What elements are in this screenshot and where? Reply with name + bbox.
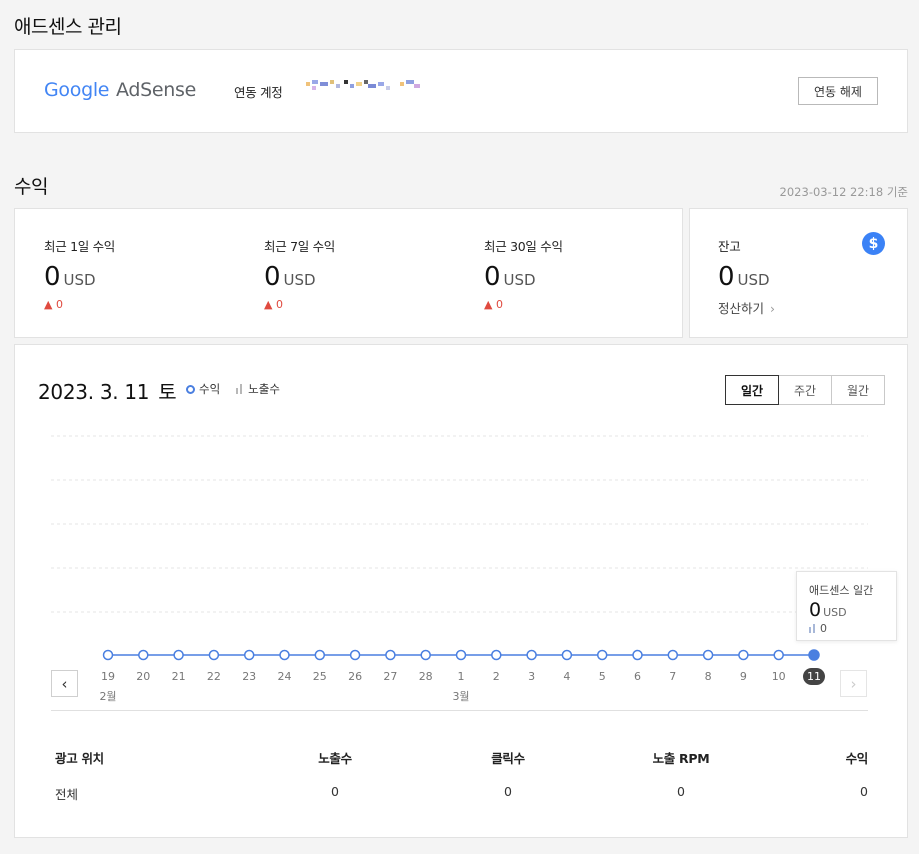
x-tick-label: 19 bbox=[101, 670, 115, 683]
x-tick-label: 21 bbox=[171, 670, 186, 683]
x-tick-label: 10 bbox=[771, 670, 786, 683]
data-point[interactable] bbox=[102, 649, 114, 661]
x-tick-label: 11 bbox=[803, 668, 825, 685]
x-tick-label: 20 bbox=[136, 670, 151, 683]
table-header-placement: 광고 위치 bbox=[55, 751, 104, 766]
data-point[interactable] bbox=[455, 649, 467, 661]
table-cell-impressions: 0 bbox=[331, 784, 339, 799]
tooltip-title: 애드센스 일간 bbox=[809, 584, 874, 597]
data-point[interactable] bbox=[243, 649, 255, 661]
data-point[interactable] bbox=[420, 649, 431, 661]
tooltip-impressions: 0 bbox=[820, 622, 827, 635]
data-point[interactable] bbox=[561, 649, 573, 661]
table-cell-placement: 전체 bbox=[55, 787, 79, 802]
x-tick-label: 26 bbox=[348, 670, 363, 683]
x-tick-label: 1 bbox=[457, 670, 465, 683]
chevron-left-icon: ‹ bbox=[61, 674, 68, 693]
data-point[interactable] bbox=[667, 649, 679, 661]
tab-daily[interactable]: 일간 bbox=[725, 375, 779, 405]
x-tick-label: 25 bbox=[312, 670, 327, 683]
tooltip-unit: USD bbox=[823, 606, 847, 619]
x-tick-label: 9 bbox=[739, 670, 747, 683]
table-header-revenue: 수익 bbox=[845, 751, 869, 766]
chart-next-button[interactable]: › bbox=[840, 670, 867, 697]
data-point[interactable] bbox=[491, 649, 502, 661]
x-month-label: 2월 bbox=[99, 690, 117, 703]
data-point[interactable] bbox=[596, 649, 608, 661]
x-tick-label: 24 bbox=[277, 670, 292, 683]
x-tick-label: 3 bbox=[528, 670, 536, 683]
table-header-clicks: 클릭수 bbox=[491, 751, 525, 766]
impressions-icon bbox=[809, 624, 815, 633]
table-header-rpm: 노출 RPM bbox=[652, 751, 710, 766]
data-point[interactable] bbox=[526, 649, 537, 661]
data-point[interactable] bbox=[385, 649, 396, 661]
tooltip-value: 0 bbox=[809, 599, 822, 621]
data-point[interactable] bbox=[279, 649, 290, 661]
table-cell-clicks: 0 bbox=[504, 784, 512, 799]
revenue-line-chart bbox=[51, 435, 868, 661]
chart-tooltip: 애드센스 일간 0 USD 0 bbox=[796, 571, 897, 641]
data-point[interactable] bbox=[738, 649, 749, 661]
x-tick-label: 8 bbox=[704, 670, 712, 683]
x-tick-label: 4 bbox=[563, 670, 571, 683]
data-point[interactable] bbox=[773, 649, 784, 661]
chevron-right-icon: › bbox=[850, 674, 857, 693]
x-tick-label: 27 bbox=[383, 670, 398, 683]
data-point[interactable] bbox=[702, 649, 714, 661]
data-point[interactable] bbox=[632, 649, 643, 661]
x-tick-label: 22 bbox=[206, 670, 221, 683]
x-tick-label: 2 bbox=[492, 670, 500, 683]
data-point[interactable] bbox=[349, 649, 361, 661]
data-point[interactable] bbox=[808, 649, 820, 661]
table-cell-revenue: 0 bbox=[860, 784, 868, 799]
x-tick-label: 7 bbox=[669, 670, 677, 683]
x-tick-label: 28 bbox=[418, 670, 433, 683]
data-point[interactable] bbox=[314, 649, 326, 661]
data-point[interactable] bbox=[138, 649, 149, 661]
chart-prev-button[interactable]: ‹ bbox=[51, 670, 78, 697]
table-cell-rpm: 0 bbox=[677, 784, 685, 799]
data-point[interactable] bbox=[208, 649, 220, 661]
x-tick-label: 5 bbox=[598, 670, 606, 683]
data-point[interactable] bbox=[173, 649, 184, 661]
x-tick-label: 23 bbox=[242, 670, 257, 683]
table-header-impressions: 노출수 bbox=[318, 751, 352, 766]
chart-divider bbox=[51, 710, 868, 711]
x-tick-label: 6 bbox=[634, 670, 641, 683]
x-month-label: 3월 bbox=[452, 690, 470, 703]
